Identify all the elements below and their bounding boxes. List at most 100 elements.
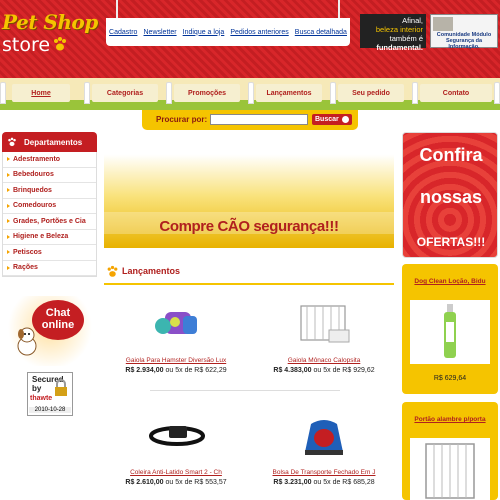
link-newsletter[interactable]: Newsletter: [144, 29, 177, 36]
product-price: R$ 3.231,00 ou 5x de R$ 685,28: [254, 479, 394, 486]
featured-product-name[interactable]: Dog Clean Loção, Bidu: [406, 278, 494, 285]
tab-contato[interactable]: Contato: [420, 84, 492, 102]
product-name[interactable]: Gaiola Mônaco Calopsita: [254, 357, 394, 364]
lock-icon: [55, 379, 67, 396]
product-price: R$ 2.610,00 ou 5x de R$ 553,57: [106, 479, 246, 486]
link-indique[interactable]: Indique a loja: [183, 29, 225, 36]
seal-text: Comunidade Módulo Segurança da Informaçã…: [436, 32, 492, 50]
tab-categorias[interactable]: Categorias: [92, 84, 158, 102]
hanger: [116, 0, 118, 18]
search-bar: Procurar por: Buscar: [142, 110, 358, 130]
pet-carrier-image: [305, 420, 343, 455]
section-title-text: Lançamentos: [122, 266, 181, 276]
arrow-icon: [342, 116, 349, 123]
fence-post: [166, 82, 172, 104]
product-card[interactable]: Gaiola Para Hamster Diversão Lux R$ 2.93…: [106, 302, 246, 374]
products-divider: [150, 390, 340, 391]
product-price: R$ 2.934,00 ou 5x de R$ 622,29: [106, 367, 246, 374]
product-name[interactable]: Bolsa De Transporte Fechado Em J: [254, 469, 394, 476]
product-card[interactable]: Coleira Anti-Latido Smart 2 - Ch R$ 2.61…: [106, 414, 246, 486]
hero-banner[interactable]: Compre CÃO segurança!!!: [104, 134, 394, 248]
product-name[interactable]: Coleira Anti-Latido Smart 2 - Ch: [106, 469, 246, 476]
thawte-brand: thawte: [30, 395, 53, 402]
bird-cage-image: [300, 305, 350, 343]
product-card[interactable]: Bolsa De Transporte Fechado Em J R$ 3.23…: [254, 414, 394, 486]
slogan-line: Afinal,: [402, 16, 423, 25]
tab-lancamentos[interactable]: Lançamentos: [256, 84, 322, 102]
tab-seu-pedido[interactable]: Seu pedido: [338, 84, 404, 102]
promo-line: nossas: [419, 187, 483, 207]
promo-line: Confira: [419, 145, 483, 165]
product-installments: ou 5x de R$ 553,57: [165, 479, 227, 486]
seal-image: [433, 17, 453, 31]
store-logo[interactable]: Pet Shop store: [2, 10, 98, 56]
link-pedidos[interactable]: Pedidos anteriores: [230, 29, 288, 36]
dept-comedouros[interactable]: Comedouros: [3, 199, 96, 214]
fence-post: [330, 82, 336, 104]
search-button-label: Buscar: [315, 116, 339, 123]
paw-icon: [54, 37, 66, 51]
slogan-line: também é: [389, 34, 423, 43]
product-installments: ou 5x de R$ 622,29: [165, 367, 227, 374]
dept-higiene[interactable]: Higiene e Beleza: [3, 230, 96, 245]
dept-bebedouros[interactable]: Bebedouros: [3, 168, 96, 183]
dept-brinquedos[interactable]: Brinquedos: [3, 183, 96, 199]
product-name[interactable]: Gaiola Para Hamster Diversão Lux: [106, 357, 246, 364]
tab-home[interactable]: Home: [12, 84, 70, 102]
collar-image: [149, 426, 205, 446]
link-cadastro[interactable]: Cadastro: [109, 29, 137, 36]
security-seal[interactable]: Comunidade Módulo Segurança da Informaçã…: [430, 14, 498, 50]
dept-petiscos[interactable]: Petiscos: [3, 245, 96, 261]
promo-line: OFERTAS!!!: [416, 235, 486, 249]
dept-racoes[interactable]: Rações: [3, 261, 96, 276]
product-price-value: R$ 4.383,00: [273, 367, 312, 374]
main-nav: Home Categorias Promoções Lançamentos Se…: [0, 78, 500, 110]
departments-header: Departamentos: [2, 132, 97, 152]
header: Pet Shop store Cadastro Newsletter Indiq…: [0, 0, 500, 78]
top-links: Cadastro Newsletter Indique a loja Pedid…: [106, 0, 350, 46]
featured-product-image-box: [410, 438, 490, 500]
product-price-value: R$ 2.934,00: [125, 367, 164, 374]
search-input[interactable]: [210, 114, 308, 125]
logo-subtitle: store: [2, 34, 51, 56]
product-price-value: R$ 3.231,00: [273, 479, 312, 486]
link-busca-detalhada[interactable]: Busca detalhada: [295, 29, 347, 36]
gate-image: [425, 443, 475, 499]
product-price-value: R$ 2.610,00: [125, 479, 164, 486]
slogan-line: fundamental.: [376, 43, 423, 52]
product-price: R$ 4.383,00 ou 5x de R$ 929,62: [254, 367, 394, 374]
slogan-box: Afinal, beleza interior também é fundame…: [360, 14, 426, 52]
product-installments: ou 5x de R$ 929,62: [313, 367, 375, 374]
hanger: [338, 0, 340, 18]
section-title: Lançamentos: [104, 265, 181, 277]
featured-product-image-box: [410, 300, 490, 364]
search-label: Procurar por:: [156, 115, 208, 124]
fence-post: [248, 82, 254, 104]
thawte-seal[interactable]: Secured by thawte 2010-10-28: [27, 372, 73, 416]
hamster-cage-image: [155, 312, 197, 334]
departments-list: Adestramento Bebedouros Brinquedos Comed…: [2, 152, 97, 277]
logo-title: Pet Shop: [2, 10, 98, 34]
section-divider: [104, 283, 394, 285]
product-card[interactable]: Gaiola Mônaco Calopsita R$ 4.383,00 ou 5…: [254, 302, 394, 374]
featured-product-price: R$ 629,64: [433, 375, 467, 382]
fence-post: [494, 82, 500, 104]
featured-product[interactable]: Dog Clean Loção, Bidu R$ 629,64: [402, 264, 498, 394]
featured-product[interactable]: Portão alambre p/porta: [402, 402, 498, 500]
chat-line: online: [41, 319, 75, 331]
banner-text: Compre CÃO segurança!!!: [159, 218, 339, 235]
fence-post: [84, 82, 90, 104]
departments-title: Departamentos: [24, 137, 83, 147]
chat-online-banner[interactable]: Chat online: [4, 296, 96, 366]
featured-product-name[interactable]: Portão alambre p/porta: [406, 416, 494, 423]
paw-icon: [8, 137, 16, 147]
offers-banner[interactable]: Confira nossas OFERTAS!!!: [402, 132, 498, 258]
dept-grades[interactable]: Grades, Portões e Cia: [3, 214, 96, 230]
dog-mascot-icon: [17, 327, 37, 356]
search-button[interactable]: Buscar: [312, 114, 352, 125]
dept-adestramento[interactable]: Adestramento: [3, 152, 96, 168]
secured-line: by: [32, 384, 42, 393]
tab-promocoes[interactable]: Promoções: [174, 84, 240, 102]
seal-date: 2010-10-28: [29, 407, 71, 413]
product-installments: ou 5x de R$ 685,28: [313, 479, 375, 486]
